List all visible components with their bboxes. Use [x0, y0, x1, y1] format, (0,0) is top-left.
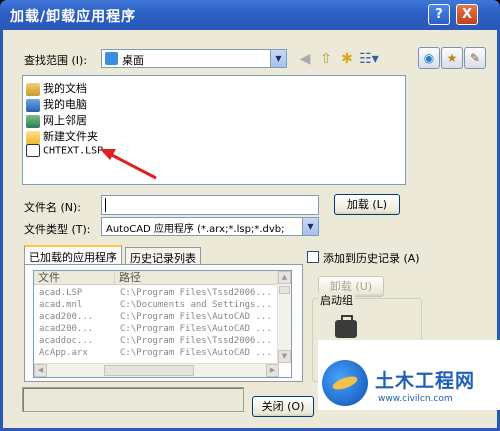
table-row[interactable]: acad200... C:\Program Files\AutoCAD ... [34, 324, 279, 335]
row-path: C:\Program Files\Tssd2006... [120, 336, 272, 346]
column-header-path[interactable]: 路径 [114, 271, 279, 285]
add-to-history-checkbox[interactable] [307, 251, 319, 263]
close-button[interactable]: 关闭 (O) [252, 396, 314, 417]
tab-loaded-apps[interactable]: 已加载的应用程序 [24, 245, 122, 265]
filename-label: 文件名 (N): [24, 201, 82, 214]
column-header-file[interactable]: 文件 [34, 271, 114, 285]
row-file: acad.mnl [39, 300, 83, 310]
loaded-apps-table[interactable]: 文件 路径 acad.LSP C:\Program Files\Tssd2006… [33, 270, 292, 378]
filetype-value: AutoCAD 应用程序 (*.arx;*.lsp;*.dvb; [106, 224, 285, 235]
row-path: C:\Program Files\AutoCAD ... [120, 348, 272, 358]
filename-field[interactable] [101, 195, 319, 215]
load-button[interactable]: 加载 (L) [334, 194, 400, 215]
table-row[interactable]: acad.LSP C:\Program Files\Tssd2006... [34, 288, 279, 299]
table-row[interactable]: AcApp.arx C:\Program Files\AutoCAD ... [34, 348, 279, 359]
row-path: C:\Program Files\Tssd2006... [120, 288, 272, 298]
row-path: C:\Program Files\AutoCAD ... [120, 324, 272, 334]
chevron-down-icon[interactable]: ▼ [302, 218, 318, 235]
row-file: acaddoc... [39, 336, 94, 346]
row-file: acad200... [39, 312, 94, 322]
add-to-history-label: 添加到历史记录 (A) [323, 252, 420, 265]
loaded-apps-panel: 文件 路径 acad.LSP C:\Program Files\Tssd2006… [24, 264, 303, 382]
row-path: C:\Documents and Settings... [120, 300, 272, 310]
scroll-thumb[interactable] [279, 286, 290, 294]
watermark-logo [322, 360, 368, 406]
table-row[interactable]: acaddoc... C:\Program Files\Tssd2006... [34, 336, 279, 347]
status-bar [22, 387, 244, 412]
horizontal-scrollbar[interactable]: ◀ ▶ [34, 363, 279, 377]
table-row[interactable]: acad.mnl C:\Documents and Settings... [34, 300, 279, 311]
row-path: C:\Program Files\AutoCAD ... [120, 312, 272, 322]
startup-group-label: 启动组 [318, 292, 355, 308]
load-unload-dialog: 加载/卸载应用程序 ? X 查找范围 (I): 桌面 ▼ ◀ ⇧ ✱ ☷▾ ◉ … [0, 0, 500, 431]
scroll-left-icon[interactable]: ◀ [34, 364, 47, 377]
briefcase-icon[interactable] [335, 315, 357, 338]
row-file: acad200... [39, 324, 94, 334]
text-caret [105, 198, 106, 212]
table-row[interactable]: acad200... C:\Program Files\AutoCAD ... [34, 312, 279, 323]
scroll-up-icon[interactable]: ▲ [278, 271, 291, 284]
filetype-label: 文件类型 (T): [24, 223, 91, 236]
filetype-combo[interactable]: AutoCAD 应用程序 (*.arx;*.lsp;*.dvb; ▼ [101, 217, 319, 236]
watermark-url: www.civilcn.com [378, 394, 453, 404]
row-file: acad.LSP [39, 288, 83, 298]
scroll-down-icon[interactable]: ▼ [278, 350, 291, 363]
scroll-thumb[interactable] [104, 365, 194, 376]
scroll-right-icon[interactable]: ▶ [266, 364, 279, 377]
vertical-scrollbar[interactable]: ▲ ▼ [277, 271, 291, 363]
watermark-title: 土木工程网 [375, 370, 476, 392]
tab-history-list[interactable]: 历史记录列表 [125, 247, 201, 265]
row-file: AcApp.arx [39, 348, 88, 358]
